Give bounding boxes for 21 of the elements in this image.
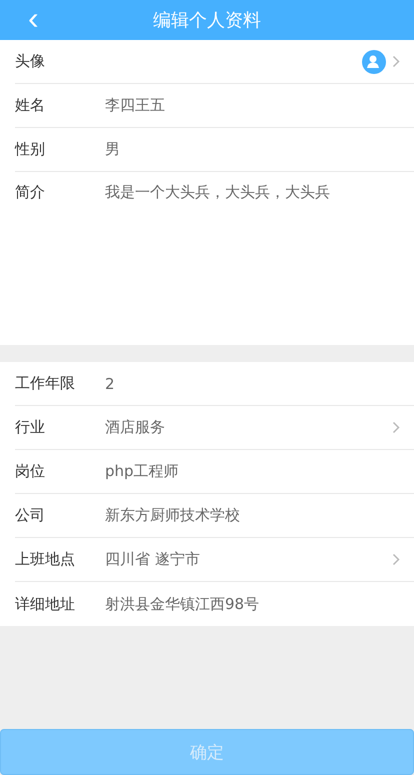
field-label: 姓名	[15, 96, 46, 115]
field-value[interactable]: 我是一个大头兵，大头兵，大头兵	[105, 183, 400, 202]
field-label: 性别	[15, 140, 46, 159]
field-label: 头像	[15, 52, 46, 71]
field-label: 岗位	[15, 462, 46, 481]
field-label: 上班地点	[15, 550, 76, 569]
field-value[interactable]: 射洪县金华镇江西98号	[105, 594, 400, 614]
field-label: 简介	[15, 183, 46, 202]
field-value[interactable]: php工程师	[105, 462, 400, 481]
page-title: 编辑个人资料	[153, 9, 261, 32]
field-value[interactable]: 李四王五	[105, 96, 400, 115]
field-label: 工作年限	[15, 374, 76, 393]
field-label: 公司	[15, 506, 46, 525]
field-value[interactable]: 酒店服务	[105, 418, 386, 437]
field-value[interactable]: 2	[105, 374, 400, 392]
field-value[interactable]: 四川省 遂宁市	[105, 550, 386, 569]
field-value[interactable]: 新东方厨师技术学校	[105, 506, 400, 525]
field-label: 详细地址	[15, 594, 76, 614]
field-value[interactable]: 男	[105, 140, 400, 159]
field-label: 行业	[15, 418, 46, 437]
avatar-icon[interactable]	[362, 50, 386, 74]
